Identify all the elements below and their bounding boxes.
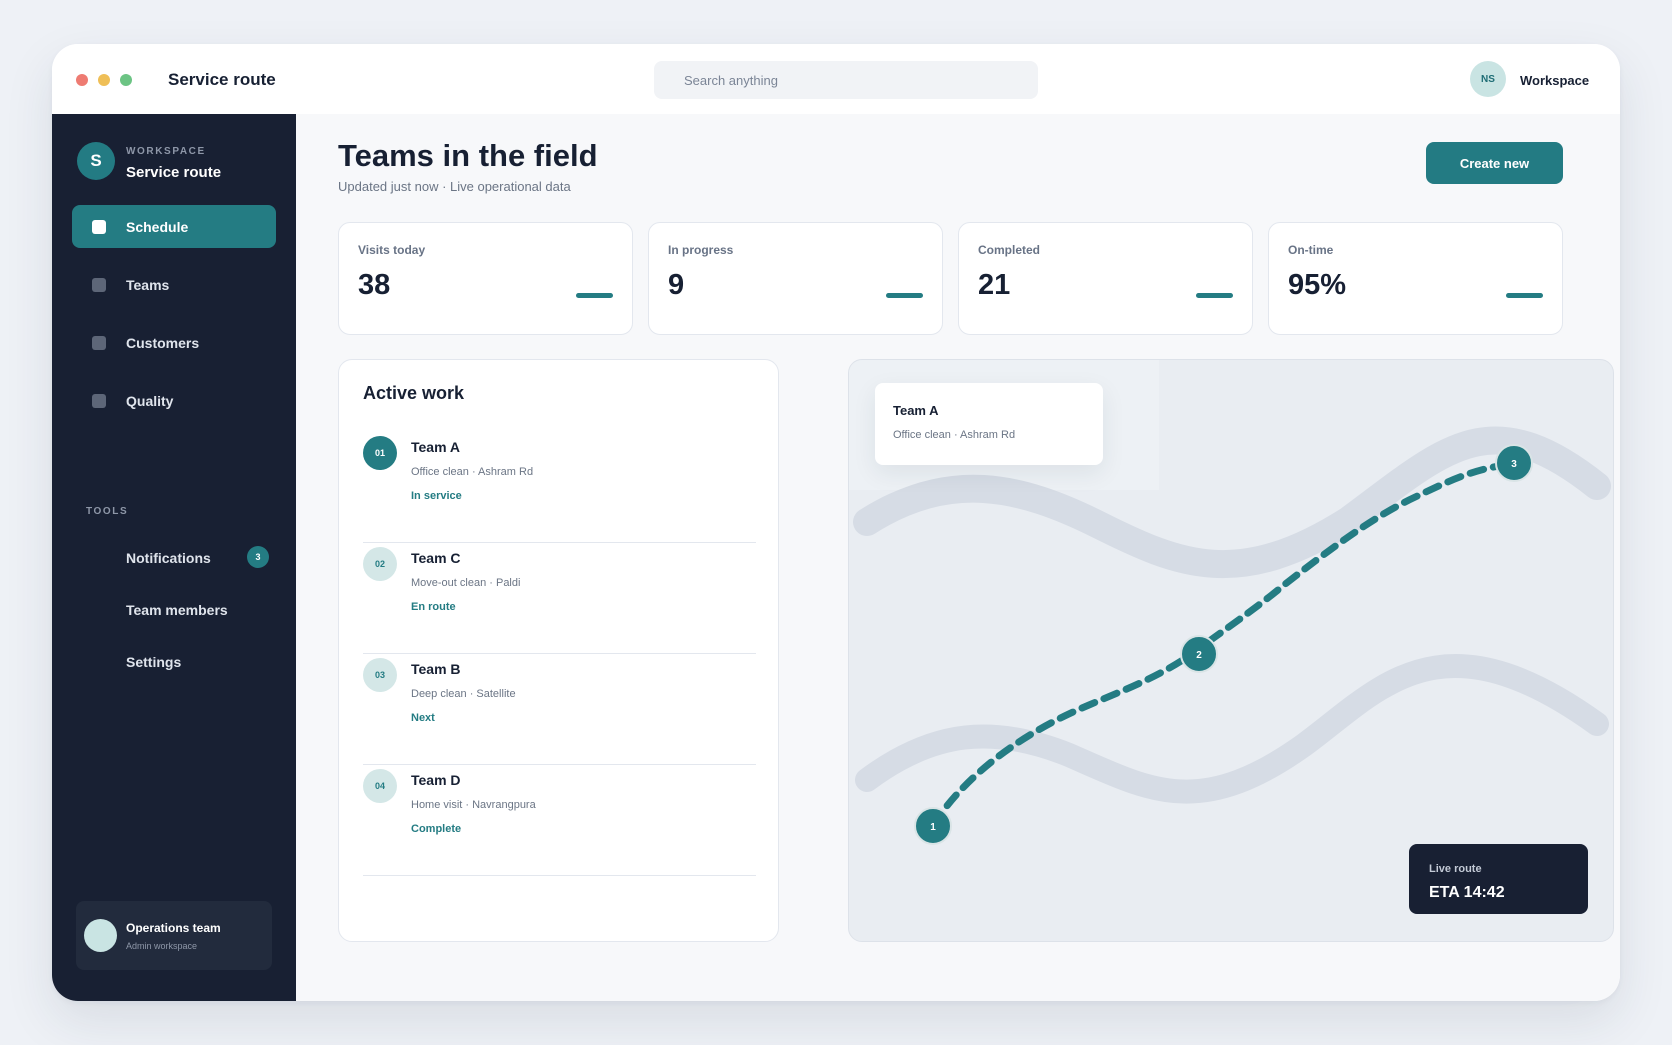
page-title: Teams in the field — [338, 138, 598, 173]
stat-label: Visits today — [358, 243, 426, 257]
route-stop-label: 1 — [930, 822, 936, 833]
work-detail: Office clean · Ashram Rd — [411, 466, 534, 478]
close-window-button[interactable] — [76, 74, 88, 86]
work-number: 01 — [363, 436, 397, 470]
eta-label: Live route — [1429, 863, 1482, 875]
work-list-item-team-a[interactable]: 01 Team A Office clean · Ashram Rd In se… — [363, 432, 756, 543]
stat-value: 38 — [358, 269, 391, 301]
teams-icon — [92, 278, 106, 292]
main-content: Teams in the field Updated just now · Li… — [296, 114, 1620, 1001]
stat-card-visits-today: Visits today 38 — [338, 222, 633, 335]
sidebar-item-schedule[interactable]: Schedule — [72, 205, 276, 248]
create-new-button[interactable]: Create new — [1426, 142, 1563, 184]
eta-card: Live route ETA 14:42 — [1409, 844, 1588, 914]
work-number: 03 — [363, 658, 397, 692]
stat-accent-bar — [886, 293, 923, 298]
notifications-count-badge: 3 — [247, 546, 269, 568]
stat-accent-bar — [1196, 293, 1233, 298]
avatar — [84, 919, 117, 952]
work-number: 04 — [363, 769, 397, 803]
work-status: Next — [411, 712, 435, 724]
stat-value: 9 — [668, 269, 685, 301]
app-title: Service route — [168, 70, 276, 89]
search-input[interactable]: Search anything — [654, 61, 1038, 99]
work-status: En route — [411, 601, 456, 613]
workspace-kicker: WORKSPACE — [126, 146, 206, 157]
stat-accent-bar — [576, 293, 613, 298]
sidebar-item-label: Schedule — [126, 219, 189, 235]
stat-label: In progress — [668, 243, 734, 257]
sidebar-item-label: Quality — [126, 393, 174, 409]
customers-icon — [92, 336, 106, 350]
work-status: In service — [411, 490, 462, 502]
eta-value: ETA 14:42 — [1429, 884, 1505, 901]
work-team: Team A — [411, 439, 461, 455]
minimize-window-button[interactable] — [98, 74, 110, 86]
account-card[interactable]: Operations team Admin workspace — [76, 901, 272, 970]
app-window: Service route Search anything NS Workspa… — [52, 44, 1620, 1001]
sidebar-item-label: Teams — [126, 277, 170, 293]
sidebar-item-quality[interactable]: Quality — [72, 379, 276, 422]
stat-card-in-progress: In progress 9 — [648, 222, 943, 335]
stat-card-completed: Completed 21 — [958, 222, 1253, 335]
work-team: Team B — [411, 661, 461, 677]
title-bar: Service route Search anything NS Workspa… — [52, 44, 1620, 114]
work-number: 02 — [363, 547, 397, 581]
quality-icon — [92, 394, 106, 408]
sidebar-item-notifications[interactable]: Notifications — [126, 550, 211, 566]
schedule-icon — [92, 220, 106, 234]
workspace-name: Service route — [126, 164, 222, 181]
maximize-window-button[interactable] — [120, 74, 132, 86]
sidebar-item-settings[interactable]: Settings — [126, 654, 181, 670]
sidebar-item-team-members[interactable]: Team members — [126, 602, 228, 618]
popup-detail: Office clean · Ashram Rd — [893, 429, 1016, 441]
stat-label: On-time — [1288, 243, 1334, 257]
sidebar-item-customers[interactable]: Customers — [72, 321, 276, 364]
work-detail: Move-out clean · Paldi — [411, 577, 521, 589]
stat-card-on-time: On-time 95% — [1268, 222, 1563, 335]
work-list-item-team-b[interactable]: 03 Team B Deep clean · Satellite Next — [363, 654, 756, 765]
sidebar: S WORKSPACE Service route Schedule Teams… — [52, 114, 296, 1001]
stat-label: Completed — [978, 243, 1041, 257]
stat-value: 21 — [978, 269, 1011, 301]
sidebar-item-label: Customers — [126, 335, 200, 351]
tools-heading: TOOLS — [86, 506, 129, 517]
route-stop-label: 3 — [1511, 459, 1517, 470]
map-popup[interactable]: Team A Office clean · Ashram Rd — [875, 383, 1103, 465]
stat-value: 95% — [1288, 269, 1347, 301]
route-stop-3: 3 — [1495, 444, 1533, 482]
route-stop-1: 1 — [914, 807, 952, 845]
workspace-menu[interactable]: Workspace — [1520, 73, 1589, 88]
page-subtitle: Updated just now · Live operational data — [338, 179, 571, 194]
map-road-lower — [855, 654, 1609, 804]
account-name: Operations team — [126, 921, 221, 935]
work-list-item-team-c[interactable]: 02 Team C Move-out clean · Paldi En rout… — [363, 543, 756, 654]
work-detail: Home visit · Navrangpura — [411, 799, 536, 811]
route-stop-label: 2 — [1196, 650, 1202, 661]
work-list-item-team-d[interactable]: 04 Team D Home visit · Navrangpura Compl… — [363, 765, 756, 876]
sidebar-item-teams[interactable]: Teams — [72, 263, 276, 306]
account-subtitle: Admin workspace — [126, 941, 198, 951]
search-placeholder: Search anything — [684, 73, 778, 88]
work-team: Team C — [411, 550, 461, 566]
workspace-avatar: S — [77, 142, 115, 180]
route-map[interactable]: 1 2 3 Team A Office clean · Ashram Rd Li… — [848, 359, 1614, 942]
work-status: Complete — [411, 823, 462, 835]
work-detail: Deep clean · Satellite — [411, 688, 516, 700]
work-team: Team D — [411, 772, 461, 788]
user-avatar[interactable]: NS — [1470, 61, 1506, 97]
route-path — [929, 460, 1518, 829]
active-work-panel: Active work 01 Team A Office clean · Ash… — [338, 359, 779, 942]
panel-title: Active work — [363, 383, 465, 403]
popup-title: Team A — [893, 403, 939, 418]
route-stop-2: 2 — [1180, 635, 1218, 673]
stat-accent-bar — [1506, 293, 1543, 298]
